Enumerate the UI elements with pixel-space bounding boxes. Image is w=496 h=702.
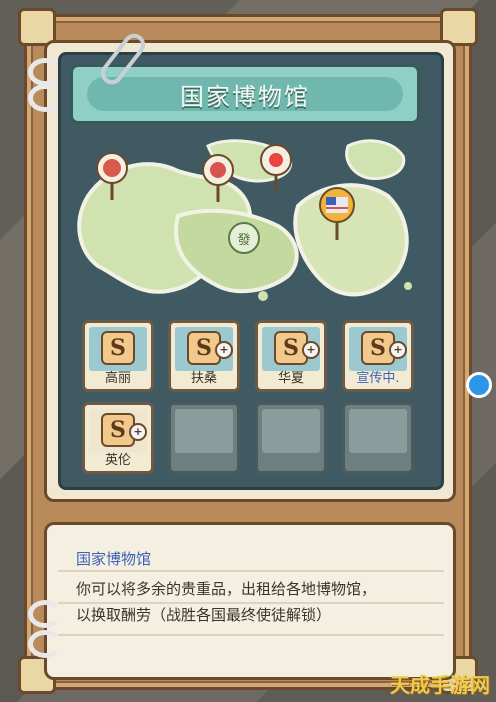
museum-card-fusang[interactable]: S + 扶桑 (168, 320, 240, 392)
description-title: 国家博物馆 (76, 550, 152, 568)
map-pin-huaxia[interactable] (258, 142, 294, 194)
card-label: 扶桑 (190, 371, 217, 386)
description-text: 你可以将多余的贵重品，出租给各地博物馆， 以换取酬劳（战胜各国最终使徒解锁） (76, 576, 436, 628)
plus-icon: + (129, 423, 147, 441)
watermark: 天成手游网 (390, 673, 490, 697)
museum-card-promo[interactable]: S + 宣传中. (342, 320, 414, 392)
map-pin-promo[interactable] (318, 186, 356, 242)
page-title: 国家博物馆 (87, 77, 403, 111)
binder-ring-icon (28, 58, 62, 86)
floating-assist-button[interactable] (466, 372, 492, 398)
museum-card-locked[interactable] (168, 402, 240, 474)
binder-ring-icon (28, 600, 62, 628)
card-label: 宣传中. (356, 371, 400, 386)
card-label: 英伦 (104, 453, 131, 468)
map-pin-fusang[interactable] (200, 152, 236, 204)
museum-card-huaxia[interactable]: S + 华夏 (255, 320, 327, 392)
plus-icon: + (389, 341, 407, 359)
map-pin-label: 發 (237, 232, 251, 248)
locked-building-icon (175, 409, 233, 453)
description-line-1: 你可以将多余的贵重品，出租给各地博物馆， (76, 580, 377, 598)
binder-ring-icon (28, 630, 62, 658)
plus-icon: + (215, 341, 233, 359)
map-pin-goryeo[interactable] (94, 150, 130, 202)
locked-building-icon (349, 409, 407, 453)
island-northeast (345, 139, 406, 181)
locked-building-icon (262, 409, 320, 453)
description-line-2: 以换取酬劳（战胜各国最终使徒解锁） (76, 606, 332, 624)
binder-ring-icon (28, 84, 62, 112)
map-pin-england[interactable]: 發 (228, 222, 260, 254)
museum-card-locked[interactable] (342, 402, 414, 474)
museum-card-goryeo[interactable]: S 高丽 (82, 320, 154, 392)
museum-card-locked[interactable] (255, 402, 327, 474)
card-label: 高丽 (104, 371, 131, 386)
plus-icon: + (302, 341, 320, 359)
museum-card-england[interactable]: S + 英伦 (82, 402, 154, 474)
rank-s-icon: S (101, 331, 135, 365)
card-label: 华夏 (277, 371, 304, 386)
